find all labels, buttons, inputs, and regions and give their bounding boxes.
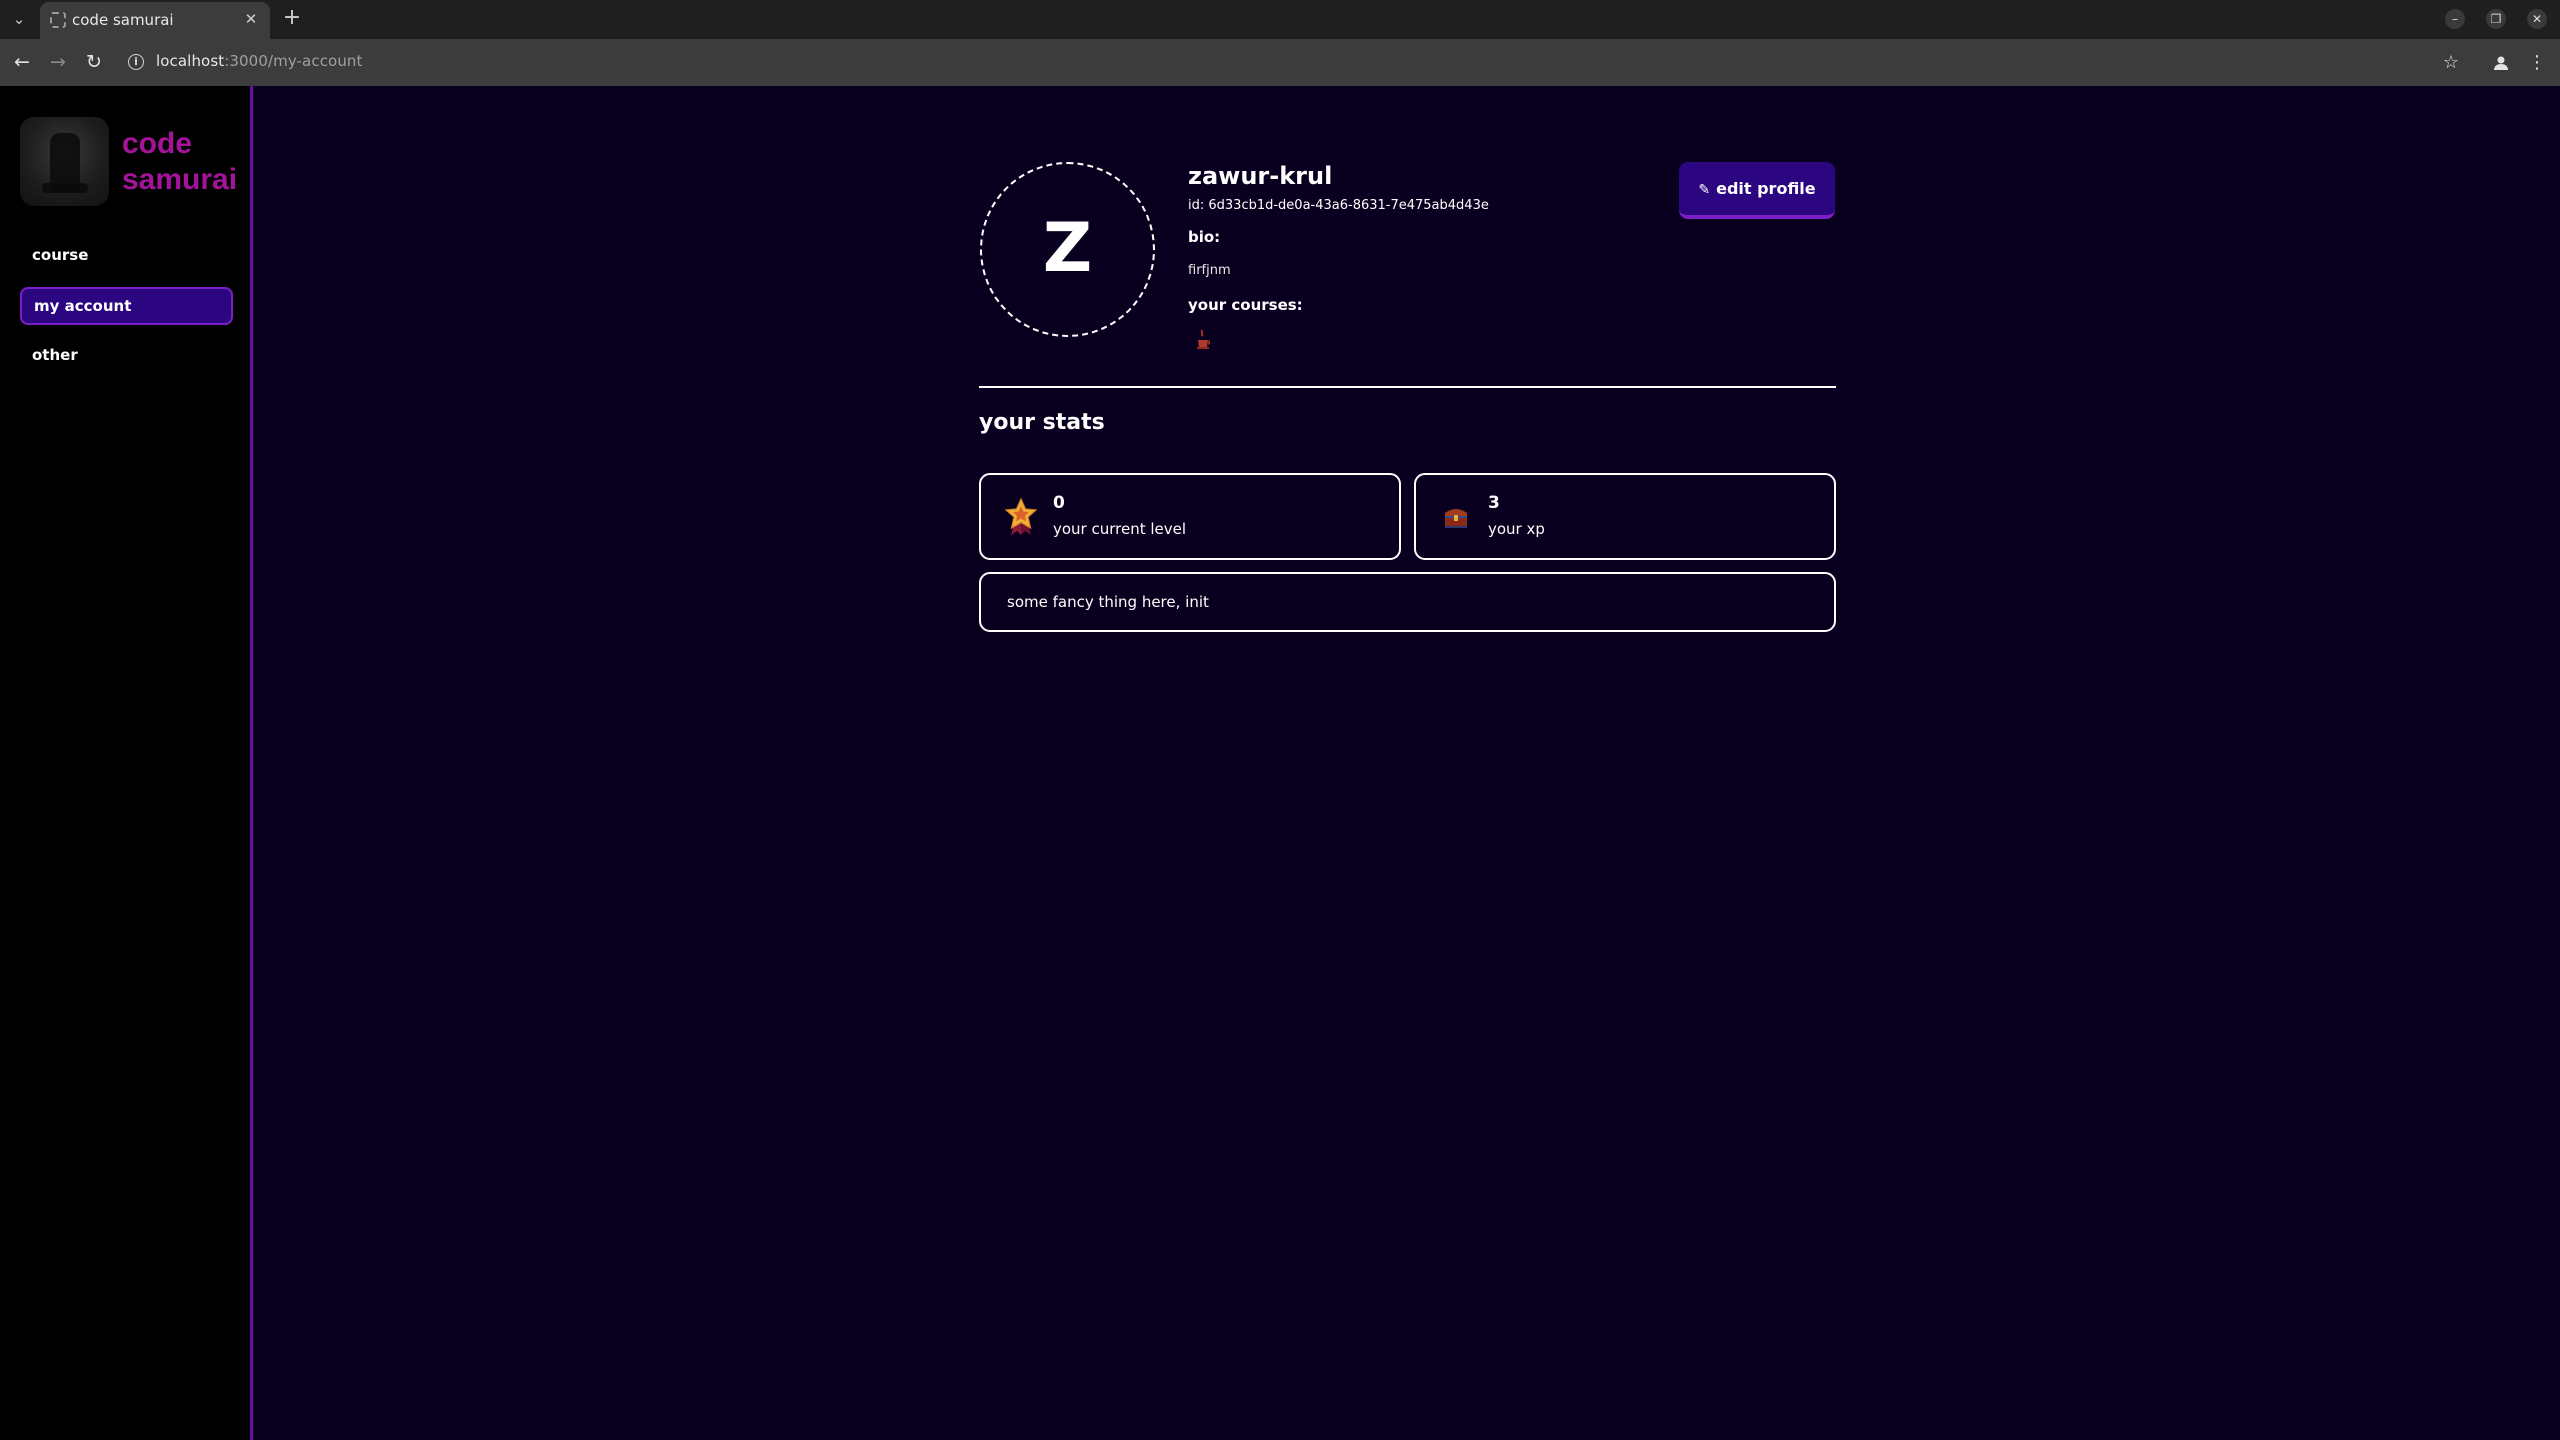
brand-name-line1: code — [122, 127, 193, 160]
fancy-info-card: some fancy thing here, init — [979, 572, 1836, 632]
site-info-icon[interactable]: i — [128, 54, 144, 70]
level-star-medal-icon — [1003, 497, 1039, 537]
forward-arrow-icon[interactable]: → — [46, 50, 70, 74]
bookmark-star-icon[interactable]: ☆ — [2439, 51, 2463, 75]
sidebar-item-course[interactable]: course — [20, 236, 233, 274]
tab-title: code samurai — [72, 11, 174, 29]
sidebar-item-my-account[interactable]: my account — [20, 287, 233, 325]
address-bar[interactable] — [118, 45, 2468, 81]
xp-value: 3 — [1488, 493, 1500, 513]
samurai-figure-base-shape — [42, 183, 88, 193]
xp-treasure-chest-icon — [1438, 497, 1474, 537]
close-window-icon[interactable]: ✕ — [2527, 9, 2547, 29]
url-host: localhost — [156, 52, 225, 70]
reload-icon[interactable]: ↻ — [82, 50, 106, 74]
brand-name-line2: samurai — [122, 163, 238, 196]
sidebar-item-other[interactable]: other — [20, 336, 233, 374]
browser-menu-kebab-icon[interactable]: ⋮ — [2525, 51, 2549, 75]
pencil-icon: ✎ — [1698, 182, 1711, 198]
browser-tab-active[interactable]: code samurai ✕ — [40, 2, 270, 39]
sidebar: code samurai course my account other — [0, 86, 253, 1440]
stats-title: your stats — [979, 410, 1105, 435]
username: zawur-krul — [1188, 162, 1333, 190]
url-path: :3000/my-account — [224, 52, 363, 70]
course-icon[interactable] — [1195, 329, 1211, 351]
browser-tab-bar: ⌄ code samurai ✕ + – ❐ ✕ — [0, 0, 2560, 39]
loading-favicon-icon — [50, 12, 66, 28]
minimize-window-icon[interactable]: – — [2445, 9, 2465, 29]
close-tab-icon[interactable]: ✕ — [242, 10, 260, 28]
courses-label: your courses: — [1188, 296, 1303, 314]
xp-label: your xp — [1488, 520, 1545, 538]
restore-window-icon[interactable]: ❐ — [2486, 9, 2506, 29]
xp-stat-card: 3 your xp — [1414, 473, 1836, 560]
level-value: 0 — [1053, 493, 1065, 513]
url-text[interactable]: localhost:3000/my-account — [156, 52, 363, 70]
back-arrow-icon[interactable]: ← — [10, 50, 34, 74]
brand-name[interactable]: code samurai — [122, 126, 237, 198]
browser-toolbar: ← → ↻ i localhost:3000/my-account ☆ ⋮ — [0, 39, 2560, 86]
new-tab-plus-icon[interactable]: + — [280, 7, 304, 31]
tab-search-chevron-icon[interactable]: ⌄ — [8, 8, 30, 30]
edit-profile-button[interactable]: ✎ edit profile — [1679, 162, 1835, 219]
profile-person-icon[interactable] — [2489, 51, 2513, 75]
samurai-logo-image[interactable] — [20, 117, 109, 206]
avatar: Z — [980, 162, 1155, 337]
section-divider — [979, 386, 1836, 388]
level-label: your current level — [1053, 520, 1187, 538]
edit-profile-label: edit profile — [1716, 179, 1816, 198]
bio-value: firfjnm — [1188, 263, 1231, 278]
user-id: id: 6d33cb1d-de0a-43a6-8631-7e475ab4d43e — [1188, 198, 1489, 213]
bio-label: bio: — [1188, 228, 1221, 246]
app-root: code samurai course my account other Z z… — [0, 86, 2560, 1440]
level-stat-card: 0 your current level — [979, 473, 1401, 560]
